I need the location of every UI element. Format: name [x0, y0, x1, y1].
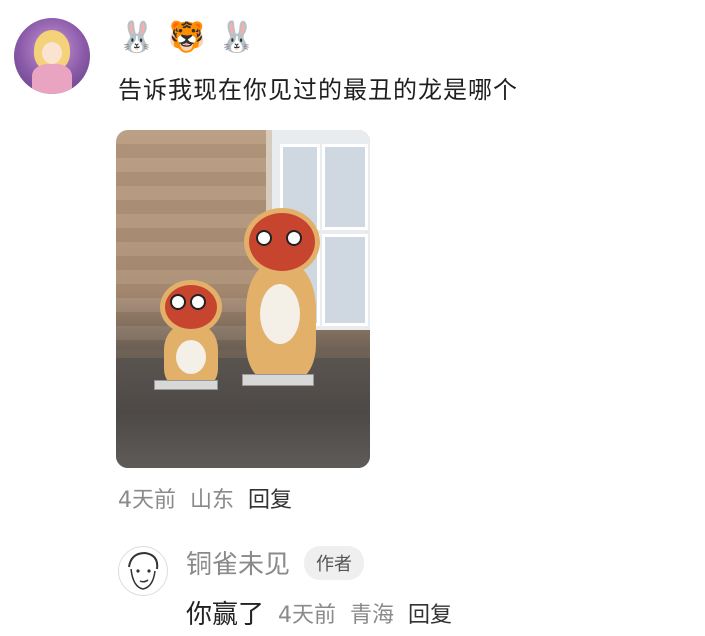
author-badge: 作者 — [304, 545, 365, 580]
mascot-base — [154, 380, 218, 390]
comment-location: 山东 — [190, 488, 235, 513]
small-dragon-mascot — [146, 280, 236, 390]
rabbit-emoji: 🐰 — [118, 20, 156, 55]
tiger-emoji: 🐯 — [168, 20, 206, 55]
commenter-name[interactable]: 🐰 🐯 🐰 — [118, 16, 256, 60]
comment-text: 告诉我现在你见过的最丑的龙是哪个 — [118, 76, 518, 104]
reply-text: 你赢了 — [186, 600, 265, 630]
comment-photo[interactable] — [116, 130, 370, 468]
mascot-base — [242, 374, 314, 386]
sketch-face-icon — [128, 551, 159, 590]
replier-name[interactable]: 铜雀未见 — [186, 544, 290, 581]
reply-content: 你赢了 4天前 青海 回复 — [186, 594, 452, 631]
reply-time: 4天前 — [278, 602, 337, 628]
avatar-body — [32, 64, 72, 94]
reply-to-reply-button[interactable]: 回复 — [408, 597, 452, 629]
reply-header: 铜雀未见 作者 — [186, 544, 365, 581]
replier-avatar[interactable] — [118, 546, 168, 596]
avatar-face — [42, 42, 62, 64]
comment-time: 4天前 — [118, 488, 176, 513]
commenter-avatar[interactable] — [14, 18, 90, 94]
reply-button[interactable]: 回复 — [248, 482, 292, 514]
large-dragon-mascot — [228, 202, 338, 382]
comment-meta: 4天前 山东 回复 — [118, 482, 292, 514]
rabbit-emoji: 🐰 — [218, 20, 256, 55]
reply-location: 青海 — [350, 602, 395, 628]
